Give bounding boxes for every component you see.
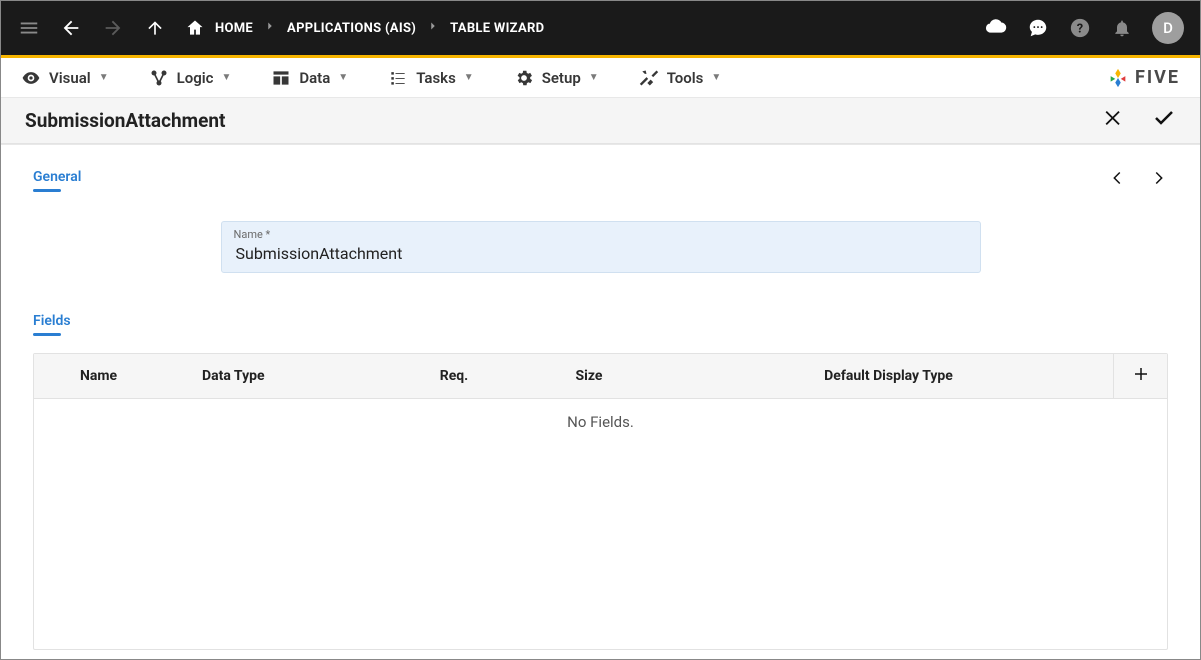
tab-general[interactable]: General [33,169,81,191]
form-card: General Name * Fields [1,144,1200,659]
avatar-letter: D [1163,19,1173,37]
home-icon[interactable] [185,18,205,38]
col-default-display-type: Default Display Type [664,358,1113,394]
bell-icon[interactable] [1110,16,1134,40]
close-button[interactable] [1102,107,1124,135]
top-app-bar: HOME APPLICATIONS (AIS) TABLE WIZARD ? D [1,1,1200,55]
breadcrumb: HOME APPLICATIONS (AIS) TABLE WIZARD [185,18,544,38]
tab-fields[interactable]: Fields [33,313,71,335]
help-icon[interactable]: ? [1068,16,1092,40]
menu-logic[interactable]: Logic ▼ [149,68,232,88]
confirm-button[interactable] [1152,106,1176,136]
page-title: SubmissionAttachment [25,109,225,132]
chevron-down-icon: ▼ [589,72,599,83]
nav-forward-button [101,16,125,40]
svg-text:?: ? [1077,22,1083,37]
prev-record-button[interactable] [1108,169,1126,191]
menu-tools-label: Tools [667,69,704,87]
chevron-down-icon: ▼ [221,72,231,83]
menu-visual[interactable]: Visual ▼ [21,68,109,88]
chat-icon[interactable] [1026,16,1050,40]
page-title-bar: SubmissionAttachment [1,98,1200,144]
add-field-button[interactable] [1113,354,1167,398]
menu-logic-label: Logic [177,69,214,87]
col-size: Size [514,358,664,394]
breadcrumb-home[interactable]: HOME [215,21,253,36]
menu-data[interactable]: Data ▼ [271,68,348,88]
nav-back-button[interactable] [59,16,83,40]
chevron-down-icon: ▼ [464,72,474,83]
name-input[interactable] [234,243,968,264]
menu-tools[interactable]: Tools ▼ [639,68,722,88]
col-data-type: Data Type [194,358,394,394]
brand-icon [1107,67,1129,89]
col-req: Req. [394,358,514,394]
next-record-button[interactable] [1150,169,1168,191]
section-general-header: General [33,169,1168,191]
chevron-down-icon: ▼ [99,72,109,83]
breadcrumb-applications[interactable]: APPLICATIONS (AIS) [287,21,416,36]
chevron-right-icon [426,19,440,37]
name-input-label: Name * [234,228,968,241]
avatar[interactable]: D [1152,12,1184,44]
menu-data-label: Data [299,69,330,87]
nav-up-button[interactable] [143,16,167,40]
fields-table-body: No Fields. [34,399,1167,649]
name-input-box[interactable]: Name * [221,221,981,273]
menu-bar: Visual ▼ Logic ▼ Data ▼ Tasks ▼ Setup ▼ … [1,58,1200,98]
content-area: General Name * Fields [1,144,1200,659]
menu-setup[interactable]: Setup ▼ [514,68,599,88]
brand-text: FIVE [1135,67,1180,88]
fields-table-head: Name Data Type Req. Size Default Display… [34,354,1167,399]
cloud-sync-icon[interactable] [984,16,1008,40]
chevron-right-icon [263,19,277,37]
chevron-down-icon: ▼ [711,72,721,83]
fields-empty-text: No Fields. [567,413,634,431]
col-name: Name [34,358,194,394]
name-field-wrap: Name * [221,221,981,273]
fields-table: Name Data Type Req. Size Default Display… [33,353,1168,650]
menu-visual-label: Visual [49,69,91,87]
brand-logo: FIVE [1107,67,1180,89]
section-fields-header: Fields [33,313,1168,335]
menu-setup-label: Setup [542,69,581,87]
menu-tasks-label: Tasks [416,69,456,87]
chevron-down-icon: ▼ [338,72,348,83]
menu-tasks[interactable]: Tasks ▼ [388,68,474,88]
hamburger-icon[interactable] [17,16,41,40]
breadcrumb-current: TABLE WIZARD [450,21,544,36]
